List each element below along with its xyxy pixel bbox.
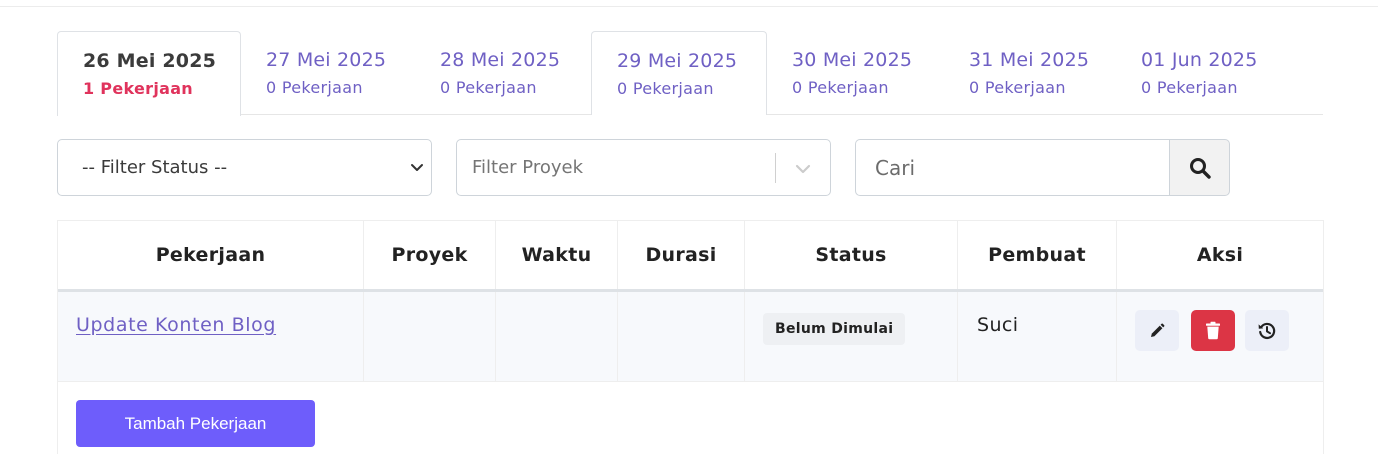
status-badge: Belum Dimulai [763, 313, 906, 345]
search-button[interactable] [1169, 139, 1230, 196]
tab-date-label: 01 Jun 2025 [1141, 49, 1258, 71]
tab-count-label: 0 Pekerjaan [969, 78, 1066, 97]
header-aksi: Aksi [1196, 244, 1244, 266]
cell-pembuat: Suci [958, 292, 1117, 381]
header-proyek: Proyek [364, 221, 496, 289]
tab-28-mei-2025[interactable]: 28 Mei 2025 0 Pekerjaan [415, 31, 585, 115]
tab-count-label: 0 Pekerjaan [440, 78, 537, 97]
chevron-down-icon[interactable] [794, 160, 812, 178]
select-separator [775, 153, 776, 183]
tab-date-label: 31 Mei 2025 [969, 49, 1090, 71]
tab-count-label: 1 Pekerjaan [83, 79, 194, 98]
header-pekerjaan: Pekerjaan [58, 221, 364, 289]
tab-count-label: 0 Pekerjaan [1141, 78, 1238, 97]
delete-button[interactable] [1191, 310, 1235, 351]
tab-27-mei-2025[interactable]: 27 Mei 2025 0 Pekerjaan [241, 31, 411, 115]
add-job-button[interactable]: Tambah Pekerjaan [76, 400, 315, 447]
search-icon [1189, 157, 1211, 179]
tab-30-mei-2025[interactable]: 30 Mei 2025 0 Pekerjaan [767, 31, 937, 115]
tab-01-jun-2025[interactable]: 01 Jun 2025 0 Pekerjaan [1116, 31, 1283, 115]
cell-waktu [496, 292, 618, 381]
edit-button[interactable] [1135, 310, 1179, 351]
search-input[interactable] [855, 139, 1170, 196]
tab-count-label: 0 Pekerjaan [792, 78, 889, 97]
history-button[interactable] [1245, 310, 1289, 351]
header-waktu: Waktu [496, 221, 618, 289]
cell-aksi [1117, 292, 1323, 381]
creator-name: Suci [977, 314, 1019, 336]
table-header: Pekerjaan Proyek Waktu Durasi Status Pem… [58, 221, 1323, 292]
tab-count-label: 0 Pekerjaan [266, 78, 363, 97]
chevron-down-icon [411, 164, 423, 171]
date-tabs: 26 Mei 2025 1 Pekerjaan 27 Mei 2025 0 Pe… [57, 31, 1323, 116]
tab-29-mei-2025[interactable]: 29 Mei 2025 0 Pekerjaan [591, 31, 767, 115]
pencil-icon [1151, 323, 1165, 337]
cell-pekerjaan: Update Konten Blog [58, 292, 364, 381]
top-divider [0, 6, 1378, 7]
tab-date-label: 29 Mei 2025 [617, 50, 738, 72]
cell-status: Belum Dimulai [745, 292, 958, 381]
tab-31-mei-2025[interactable]: 31 Mei 2025 0 Pekerjaan [944, 31, 1114, 115]
tab-date-label: 27 Mei 2025 [266, 49, 387, 71]
tab-date-label: 30 Mei 2025 [792, 49, 913, 71]
filter-proyek-select[interactable]: Filter Proyek [456, 139, 831, 196]
job-link[interactable]: Update Konten Blog [76, 314, 276, 336]
cell-durasi [618, 292, 745, 381]
trash-icon [1206, 321, 1220, 340]
filter-proyek-placeholder: Filter Proyek [472, 157, 584, 178]
header-pembuat: Pembuat [958, 221, 1117, 289]
history-icon [1258, 322, 1276, 339]
tab-date-label: 28 Mei 2025 [440, 49, 561, 71]
filter-status-select[interactable]: -- Filter Status -- [57, 139, 432, 196]
filter-status-value: -- Filter Status -- [82, 157, 228, 178]
cell-proyek [364, 292, 496, 381]
tab-26-mei-2025[interactable]: 26 Mei 2025 1 Pekerjaan [57, 31, 241, 116]
header-durasi: Durasi [618, 221, 745, 289]
header-status: Status [745, 221, 958, 289]
table-row: Update Konten Blog Belum Dimulai Suci [58, 292, 1323, 382]
tab-count-label: 0 Pekerjaan [617, 79, 714, 98]
tab-date-label: 26 Mei 2025 [83, 50, 217, 72]
